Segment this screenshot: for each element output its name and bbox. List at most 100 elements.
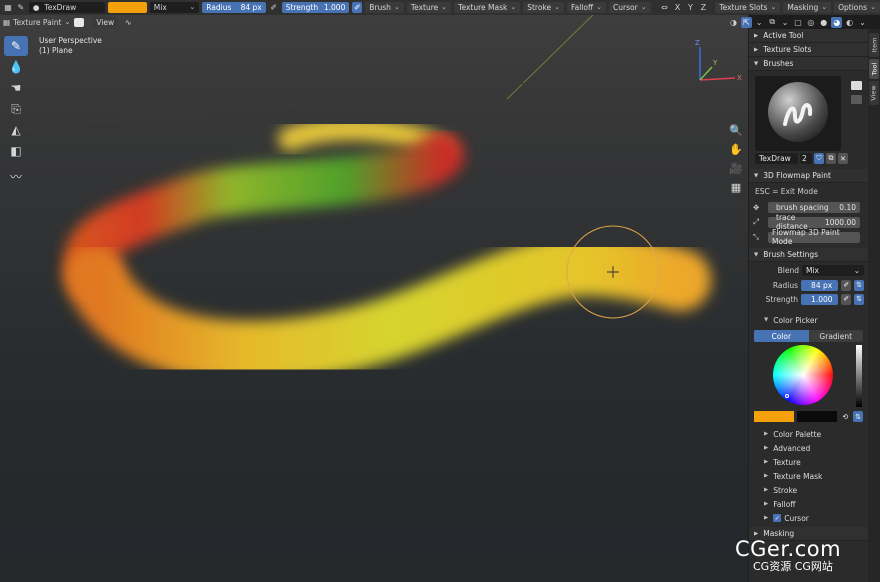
masking-menu[interactable]: Masking <box>783 2 832 13</box>
value-slider[interactable] <box>856 345 862 407</box>
overlay-icon[interactable]: ◑ <box>728 17 739 28</box>
falloff-subpanel[interactable]: ▶ Falloff <box>749 497 868 511</box>
overlays-dropdown-icon[interactable]: ⌄ <box>780 17 791 28</box>
mode-label: Texture Paint <box>13 17 62 27</box>
symmetry-icon[interactable]: ∿ <box>122 17 134 28</box>
brush-selector[interactable]: ● TexDraw <box>28 2 105 13</box>
flowmap-mode-button[interactable]: Flowmap 3D Paint Mode <box>768 228 860 246</box>
strength-pressure-toggle-icon[interactable]: ✐ <box>841 293 852 305</box>
zoom-icon[interactable]: 🔍 <box>728 122 744 138</box>
annotate-icon[interactable]: 〰 <box>4 166 28 186</box>
cursor-menu[interactable]: Cursor <box>609 2 651 13</box>
cursor-subpanel[interactable]: ▶ ✓ Cursor <box>749 511 868 525</box>
texture-subpanel[interactable]: ▶ Texture <box>749 455 868 469</box>
active-tool-section[interactable]: ▶ Active Tool <box>749 29 868 43</box>
camera-icon[interactable]: 🎥 <box>728 160 744 176</box>
tab-tool[interactable]: Tool <box>869 59 879 79</box>
texture-menu[interactable]: Texture <box>406 2 452 13</box>
tab-item[interactable]: Item <box>869 33 879 57</box>
brush-menu[interactable]: Brush <box>365 2 404 13</box>
editor-type-icon[interactable]: ▦ <box>3 2 13 13</box>
unlink-icon[interactable]: ✕ <box>838 153 848 164</box>
xray-toggle-icon[interactable]: ▢ <box>793 17 804 28</box>
clone-icon[interactable]: ⎘ <box>4 99 28 119</box>
smear-icon[interactable]: ☚ <box>4 78 28 98</box>
fake-user-icon[interactable]: ⛉ <box>814 153 824 164</box>
wireframe-shading-icon[interactable]: ◎ <box>805 17 816 28</box>
mode-selector[interactable]: ▦ Texture Paint <box>3 18 70 27</box>
soften-icon[interactable]: 💧 <box>4 57 28 77</box>
gizmo-toggle-icon[interactable]: ⇱ <box>740 16 752 28</box>
3d-viewport[interactable]: Z Y X ▦ Texture Paint View ∿ User Perspe… <box>0 15 748 582</box>
brush-list-icon[interactable] <box>851 81 862 90</box>
texture-mask-menu[interactable]: Texture Mask <box>454 2 521 13</box>
panel-radius-field[interactable]: 84 px <box>801 279 839 291</box>
mask-icon[interactable]: ◧ <box>4 141 28 161</box>
radius-unit-icon[interactable]: ⇅ <box>854 279 865 291</box>
active-tool-label: Active Tool <box>763 31 804 40</box>
trace-distance-field[interactable]: trace distance 1000.00 <box>768 213 860 231</box>
panel-strength-field[interactable]: 1.000 <box>801 293 839 305</box>
view-menu[interactable]: View <box>92 16 119 28</box>
stroke-label: Stroke <box>773 485 798 495</box>
swap-colors-icon[interactable]: ⟲ <box>840 411 850 422</box>
solid-shading-icon[interactable]: ● <box>818 17 829 28</box>
brush-image-icon[interactable] <box>851 95 862 104</box>
radius-pressure-icon[interactable]: ✐ <box>841 279 852 291</box>
strength-field[interactable]: Strength 1.000 <box>281 2 350 13</box>
expand-icon: ▶ <box>754 32 759 39</box>
texture-slots-section[interactable]: ▶ Texture Slots <box>749 43 868 57</box>
color-picker-subpanel[interactable]: ▼ Color Picker <box>749 313 868 327</box>
strength-unit-icon[interactable]: ⇅ <box>854 293 865 305</box>
mirror-y-toggle[interactable]: Y <box>685 2 695 13</box>
advanced-subpanel[interactable]: ▶ Advanced <box>749 441 868 455</box>
fill-icon[interactable]: ◭ <box>4 120 28 140</box>
brush-tool-icon[interactable]: ✎ <box>16 2 26 13</box>
flowmap-section[interactable]: ▼ 3D Flowmap Paint <box>749 169 868 183</box>
blend-dropdown[interactable]: Mix <box>149 2 200 13</box>
stroke-menu[interactable]: Stroke <box>523 2 564 13</box>
visibility-icon[interactable]: ⧉ <box>767 17 778 28</box>
tab-color[interactable]: Color <box>754 330 809 342</box>
draw-icon[interactable]: ✎ <box>4 36 28 56</box>
material-shading-icon[interactable]: ◕ <box>831 16 843 28</box>
shading-dropdown-icon[interactable]: ⌄ <box>857 17 868 28</box>
brush-preview[interactable] <box>755 76 841 151</box>
brush-spacing-field[interactable]: brush spacing 0.10 <box>768 201 860 213</box>
blend-select[interactable]: Mix ⌄ <box>802 264 864 276</box>
falloff-menu[interactable]: Falloff <box>567 2 607 13</box>
tab-gradient[interactable]: Gradient <box>808 330 863 342</box>
mirror-x-toggle[interactable]: X <box>673 2 683 13</box>
pan-icon[interactable]: ✋ <box>728 141 744 157</box>
secondary-color-swatch[interactable] <box>797 411 838 422</box>
brush-settings-section[interactable]: ▼ Brush Settings <box>749 248 868 262</box>
cursor-checkbox[interactable]: ✓ <box>773 514 782 522</box>
radius-field[interactable]: Radius 84 px <box>202 2 266 13</box>
brush-users-count[interactable]: 2 <box>800 153 812 164</box>
pressure-icon[interactable]: ✐ <box>269 2 279 13</box>
grid-icon[interactable]: ▦ <box>728 179 744 195</box>
brush-color-swatch[interactable] <box>107 2 147 13</box>
paint-mask-toggle[interactable] <box>74 17 85 27</box>
panel-radius-value: 84 px <box>811 280 833 290</box>
primary-color-swatch[interactable] <box>754 411 795 422</box>
orientation-gizmo[interactable]: Z Y X <box>695 39 742 82</box>
mirror-z-toggle[interactable]: Z <box>698 2 708 13</box>
tab-view[interactable]: View <box>869 81 879 105</box>
gizmo-z-label: Z <box>695 39 700 47</box>
brushes-section[interactable]: ▼ Brushes <box>749 57 868 71</box>
color-palette-subpanel[interactable]: ▶ Color Palette <box>749 427 868 441</box>
stroke-subpanel[interactable]: ▶ Stroke <box>749 483 868 497</box>
options-menu[interactable]: Options <box>834 2 880 13</box>
color-settings-icon[interactable]: ⇅ <box>853 411 863 422</box>
color-wheel-cursor[interactable] <box>785 394 789 398</box>
strength-pressure-icon[interactable]: ✐ <box>352 2 363 13</box>
xray-icon[interactable]: ⌄ <box>754 17 765 28</box>
color-wheel[interactable] <box>773 345 833 405</box>
rendered-shading-icon[interactable]: ◐ <box>844 17 855 28</box>
texture-slots-menu[interactable]: Texture Slots <box>715 2 781 13</box>
strength-value: 1.000 <box>323 3 346 12</box>
brush-datablock-field[interactable]: TexDraw <box>755 153 798 164</box>
texture-mask-subpanel[interactable]: ▶ Texture Mask <box>749 469 868 483</box>
duplicate-icon[interactable]: ⧉ <box>826 153 836 164</box>
